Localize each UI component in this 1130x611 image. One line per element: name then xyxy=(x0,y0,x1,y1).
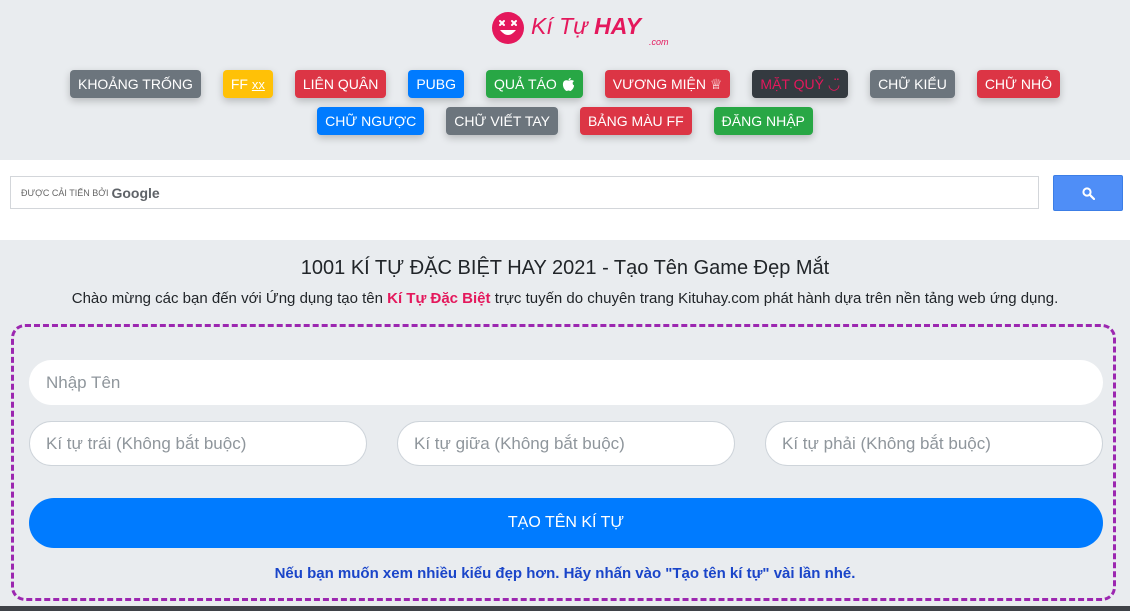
nav-lien-quan[interactable]: LIÊN QUÂN xyxy=(294,70,387,98)
nav-dang-nhap[interactable]: ĐĂNG NHẬP xyxy=(713,107,813,135)
intro-highlight: Kí Tự Đặc Biệt xyxy=(387,290,491,307)
nav-chu-viet-tay[interactable]: CHỮ VIẾT TAY xyxy=(446,107,558,135)
nav-pubg[interactable]: PUBG xyxy=(408,70,465,98)
nav-row-2: CHỮ NGƯỢC CHỮ VIẾT TAY BẢNG MÀU FF ĐĂNG … xyxy=(0,107,1130,135)
nav-chu-nguoc[interactable]: CHỮ NGƯỢC xyxy=(317,107,425,135)
apple-icon xyxy=(562,77,574,91)
nav-vuong-mien[interactable]: VƯƠNG MIỆN ♕ xyxy=(604,70,731,98)
nav-ff-label: FF xyxy=(230,76,252,92)
page-title: 1001 KÍ TỰ ĐẶC BIỆT HAY 2021 - Tạo Tên G… xyxy=(300,257,830,279)
left-char-input[interactable] xyxy=(29,421,367,466)
smiley-logo-icon xyxy=(492,12,524,44)
intro-text: Chào mừng các bạn đến với Ứng dụng tạo t… xyxy=(0,290,1130,307)
site-logo[interactable]: Kí Tự HAY .com xyxy=(491,8,669,48)
nav-ff-suffix: xx xyxy=(251,77,265,92)
search-button[interactable] xyxy=(1053,175,1123,211)
google-brand: Google xyxy=(111,184,160,201)
logo-hay: HAY xyxy=(594,12,641,39)
nav-chu-kieu[interactable]: CHỮ KIỂU xyxy=(870,70,955,98)
name-input[interactable] xyxy=(29,360,1103,405)
nav-bang-mau-ff[interactable]: BẢNG MÀU FF xyxy=(579,107,692,135)
logo-ki-tu: Kí Tự xyxy=(531,12,588,39)
usage-hint: Nếu bạn muốn xem nhiều kiểu đẹp hơn. Hãy… xyxy=(274,565,856,582)
logo-text: Kí Tự HAY .com xyxy=(531,12,669,47)
search-box[interactable]: ĐƯỢC CẢI TIẾN BỞI Google xyxy=(10,176,1039,209)
search-band: ĐƯỢC CẢI TIẾN BỞI Google xyxy=(0,160,1130,240)
create-name-button[interactable]: TẠO TÊN KÍ TỰ xyxy=(29,498,1103,548)
nav-qua-tao-label: QUẢ TÁO xyxy=(494,76,557,92)
nav-qua-tao[interactable]: QUẢ TÁO xyxy=(486,70,583,98)
middle-char-input[interactable] xyxy=(397,421,735,466)
bottom-divider xyxy=(0,606,1130,611)
right-char-input[interactable] xyxy=(765,421,1103,466)
nav-khoang-trong[interactable]: KHOẢNG TRỐNG xyxy=(69,70,201,98)
logo-com: .com xyxy=(649,36,669,47)
search-hint-text: ĐƯỢC CẢI TIẾN BỞI xyxy=(21,187,109,198)
nav-chu-nho[interactable]: CHỮ NHỎ xyxy=(976,70,1060,98)
nav-row-1: KHOẢNG TRỐNG FF xx LIÊN QUÂN PUBG QUẢ TÁ… xyxy=(0,70,1130,98)
search-icon xyxy=(1081,186,1095,200)
nav-ff[interactable]: FF xx xyxy=(222,70,273,98)
intro-after: trực tuyến do chuyên trang Kituhay.com p… xyxy=(490,290,1059,307)
header: Kí Tự HAY .com KHOẢNG TRỐNG FF xx LIÊN Q… xyxy=(0,0,1130,160)
intro-before: Chào mừng các bạn đến với Ứng dụng tạo t… xyxy=(71,290,388,307)
nav-mat-quy[interactable]: MẶT QUỶ ◡̈ xyxy=(752,70,849,98)
search-powered-by: ĐƯỢC CẢI TIẾN BỞI Google xyxy=(21,185,160,201)
search-input[interactable] xyxy=(334,177,1038,208)
